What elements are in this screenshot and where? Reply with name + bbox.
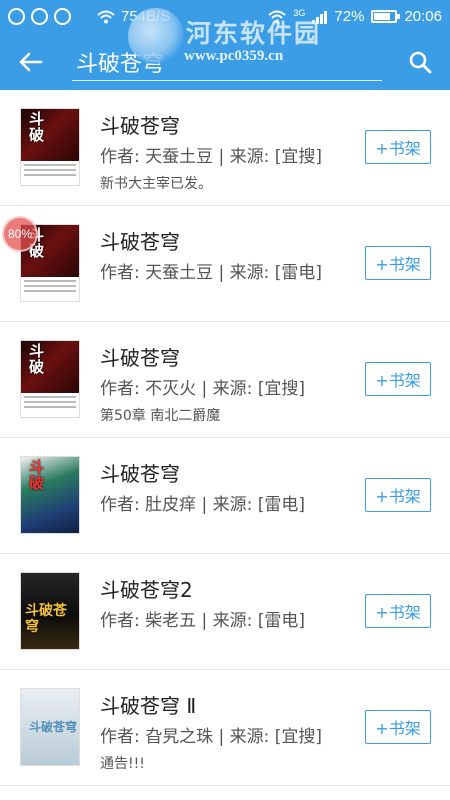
book-desc: 第50章 南北二爵魔: [100, 408, 221, 424]
book-cover: 斗破: [20, 456, 80, 534]
book-meta: 作者: 天蚕土豆 | 来源: [宜搜]: [100, 147, 323, 167]
battery-icon: [371, 10, 401, 23]
status-bar: 754B/S 3G 72% 20:06: [0, 0, 450, 33]
qq-icon: [54, 8, 71, 25]
search-underline: [72, 79, 382, 81]
add-to-shelf-button[interactable]: +书架: [365, 594, 431, 628]
book-cover: 斗破: [20, 108, 80, 186]
book-desc: 新书大主宰已发。: [100, 176, 212, 192]
notification-icons: [8, 8, 71, 25]
add-to-shelf-button[interactable]: +书架: [365, 478, 431, 512]
battery-percent: 72%: [334, 8, 365, 25]
cell-signal-icon: [312, 10, 328, 24]
book-meta: 作者: 柴老五 | 来源: [雷电]: [100, 611, 306, 631]
add-circle-icon: [31, 8, 48, 25]
book-title: 斗破苍穹: [100, 230, 180, 254]
book-title: 斗破苍穹: [100, 114, 180, 138]
book-meta: 作者: 不灭火 | 来源: [宜搜]: [100, 379, 306, 399]
toolbar: [0, 33, 450, 90]
list-item[interactable]: 斗破苍穹 斗破苍穹 Ⅱ 作者: 旮旯之珠 | 来源: [宜搜] 通告!!! +书…: [0, 670, 450, 786]
book-meta: 作者: 旮旯之珠 | 来源: [宜搜]: [100, 727, 323, 747]
status-right: 3G 72% 20:06: [268, 8, 442, 25]
list-item[interactable]: 斗破 斗破苍穹 作者: 天蚕土豆 | 来源: [雷电] +书架: [0, 206, 450, 322]
book-title: 斗破苍穹: [100, 346, 180, 370]
list-item[interactable]: 斗破 斗破苍穹 作者: 不灭火 | 来源: [宜搜] 第50章 南北二爵魔 +书…: [0, 322, 450, 438]
add-to-shelf-button[interactable]: +书架: [365, 710, 431, 744]
book-title: 斗破苍穹2: [100, 578, 193, 602]
back-button[interactable]: [0, 33, 62, 90]
wifi-icon: [97, 10, 115, 23]
add-to-shelf-button[interactable]: +书架: [365, 130, 431, 164]
list-item[interactable]: 斗破 斗破苍穹 作者: 肚皮痒 | 来源: [雷电] +书架: [0, 438, 450, 554]
network-speed: 754B/S: [121, 8, 171, 25]
arrow-left-icon: [19, 52, 43, 71]
book-cover: 斗破苍穹: [20, 688, 80, 766]
network-type: 3G: [293, 8, 306, 18]
book-desc: 通告!!!: [100, 756, 145, 772]
search-button[interactable]: [390, 33, 450, 90]
book-cover: 斗破苍穹: [20, 572, 80, 650]
wifi-signal-icon: [268, 10, 287, 23]
progress-badge[interactable]: 80%: [2, 216, 38, 252]
add-to-shelf-button[interactable]: +书架: [365, 362, 431, 396]
notification-icon: [8, 8, 25, 25]
book-title: 斗破苍穹 Ⅱ: [100, 694, 197, 718]
add-to-shelf-button[interactable]: +书架: [365, 246, 431, 280]
search-icon: [409, 51, 432, 73]
book-title: 斗破苍穹: [100, 462, 180, 486]
clock: 20:06: [404, 8, 442, 25]
book-meta: 作者: 肚皮痒 | 来源: [雷电]: [100, 495, 306, 515]
result-list: 斗破 斗破苍穹 作者: 天蚕土豆 | 来源: [宜搜] 新书大主宰已发。 +书架…: [0, 90, 450, 786]
book-cover: 斗破: [20, 340, 80, 418]
network-indicator: 754B/S: [97, 8, 170, 25]
search-input[interactable]: [72, 42, 372, 81]
list-item[interactable]: 斗破苍穹 斗破苍穹2 作者: 柴老五 | 来源: [雷电] +书架: [0, 554, 450, 670]
list-item[interactable]: 斗破 斗破苍穹 作者: 天蚕土豆 | 来源: [宜搜] 新书大主宰已发。 +书架: [0, 90, 450, 206]
search-field[interactable]: [72, 42, 382, 81]
book-meta: 作者: 天蚕土豆 | 来源: [雷电]: [100, 263, 323, 283]
